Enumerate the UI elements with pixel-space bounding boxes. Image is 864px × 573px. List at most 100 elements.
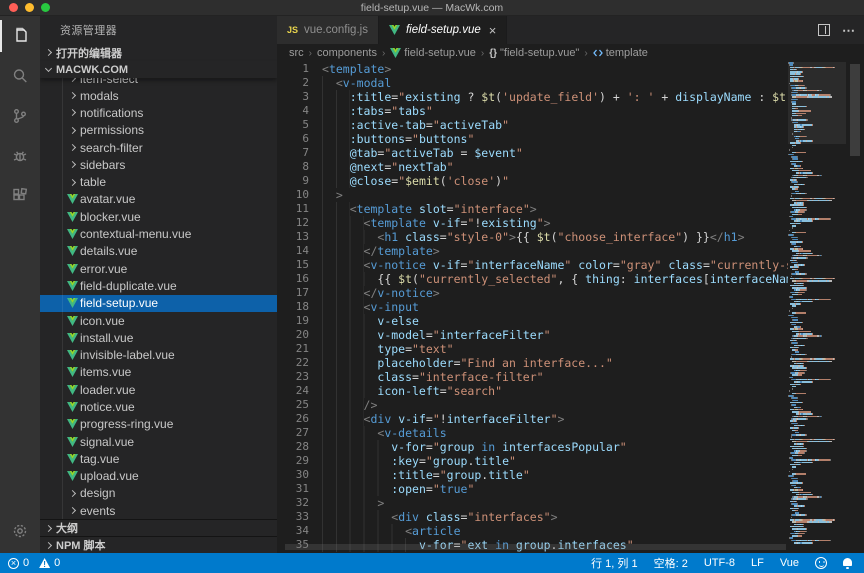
search-icon[interactable] bbox=[0, 56, 40, 96]
minimize-window-button[interactable] bbox=[25, 3, 34, 12]
tree-item-details.vue[interactable]: details.vue bbox=[40, 243, 277, 260]
breadcrumb-separator: › bbox=[382, 48, 385, 59]
code-line-24[interactable]: 24 icon-left="search" bbox=[277, 384, 788, 398]
code-line-7[interactable]: 7 @tab="activeTab = $event" bbox=[277, 146, 788, 160]
code-line-14[interactable]: 14 </template> bbox=[277, 244, 788, 258]
status-item[interactable]: 行 1, 列 1 bbox=[591, 555, 637, 571]
tree-item-loader.vue[interactable]: loader.vue bbox=[40, 381, 277, 398]
code-line-20[interactable]: 20 v-model="interfaceFilter" bbox=[277, 328, 788, 342]
tree-item-notice.vue[interactable]: notice.vue bbox=[40, 398, 277, 415]
tree-item-table[interactable]: table bbox=[40, 173, 277, 190]
code-line-22[interactable]: 22 placeholder="Find an interface..." bbox=[277, 356, 788, 370]
breadcrumb-item-5[interactable]: template bbox=[593, 47, 648, 59]
code-line-33[interactable]: 33 <div class="interfaces"> bbox=[277, 510, 788, 524]
tree-item-items.vue[interactable]: items.vue bbox=[40, 364, 277, 381]
npm-scripts-section[interactable]: NPM 脚本 bbox=[40, 536, 277, 553]
tree-item-install.vue[interactable]: install.vue bbox=[40, 329, 277, 346]
breadcrumb-item-2[interactable]: components bbox=[317, 47, 377, 59]
settings-gear-icon[interactable] bbox=[0, 511, 40, 551]
extensions-icon[interactable] bbox=[0, 176, 40, 216]
tree-item-tag.vue[interactable]: tag.vue bbox=[40, 450, 277, 467]
breadcrumb-item-3[interactable]: field-setup.vue bbox=[390, 47, 476, 59]
code-line-12[interactable]: 12 <template v-if="!existing"> bbox=[277, 216, 788, 230]
code-line-4[interactable]: 4 :tabs="tabs" bbox=[277, 104, 788, 118]
tree-item-icon.vue[interactable]: icon.vue bbox=[40, 312, 277, 329]
code-line-29[interactable]: 29 :key="group.title" bbox=[277, 454, 788, 468]
split-editor-icon[interactable] bbox=[818, 24, 830, 36]
code-line-31[interactable]: 31 :open="true" bbox=[277, 482, 788, 496]
code-line-25[interactable]: 25 /> bbox=[277, 398, 788, 412]
tree-item-search-filter[interactable]: search-filter bbox=[40, 139, 277, 156]
tree-item-notifications[interactable]: notifications bbox=[40, 104, 277, 121]
minimap[interactable] bbox=[788, 62, 846, 553]
status-item[interactable]: Vue bbox=[780, 557, 799, 569]
code-line-2[interactable]: 2 <v-modal bbox=[277, 76, 788, 90]
explorer-icon[interactable] bbox=[0, 16, 40, 56]
tree-item-item-select[interactable]: item-select bbox=[40, 78, 277, 87]
scrollbar-slider[interactable] bbox=[850, 64, 860, 156]
code-line-30[interactable]: 30 :title="group.title" bbox=[277, 468, 788, 482]
code-line-9[interactable]: 9 @close="$emit('close')" bbox=[277, 174, 788, 188]
code-line-32[interactable]: 32 > bbox=[277, 496, 788, 510]
tree-item-invisible-label.vue[interactable]: invisible-label.vue bbox=[40, 346, 277, 363]
tree-item-blocker.vue[interactable]: blocker.vue bbox=[40, 208, 277, 225]
tab-vue.config.js[interactable]: JSvue.config.js bbox=[277, 16, 379, 44]
code-line-17[interactable]: 17 </v-notice> bbox=[277, 286, 788, 300]
tree-item-sidebars[interactable]: sidebars bbox=[40, 156, 277, 173]
tab-field-setup.vue[interactable]: field-setup.vue× bbox=[379, 16, 507, 44]
code-line-34[interactable]: 34 <article bbox=[277, 524, 788, 538]
project-root-section[interactable]: MACWK.COM bbox=[40, 61, 277, 78]
line-number: 5 bbox=[277, 118, 322, 132]
status-error-count[interactable]: ×0 bbox=[8, 557, 29, 569]
code-editor[interactable]: 1<template>2 <v-modal3 :title="existing … bbox=[277, 62, 788, 553]
tree-item-upload.vue[interactable]: upload.vue bbox=[40, 468, 277, 485]
tree-item-field-duplicate.vue[interactable]: field-duplicate.vue bbox=[40, 277, 277, 294]
code-line-5[interactable]: 5 :active-tab="activeTab" bbox=[277, 118, 788, 132]
code-line-28[interactable]: 28 v-for="group in interfacesPopular" bbox=[277, 440, 788, 454]
source-control-icon[interactable] bbox=[0, 96, 40, 136]
close-window-button[interactable] bbox=[9, 3, 18, 12]
status-item[interactable]: LF bbox=[751, 557, 764, 569]
code-line-19[interactable]: 19 v-else bbox=[277, 314, 788, 328]
line-number: 31 bbox=[277, 482, 322, 496]
maximize-window-button[interactable] bbox=[41, 3, 50, 12]
tree-item-field-setup.vue[interactable]: field-setup.vue bbox=[40, 295, 277, 312]
debug-icon[interactable] bbox=[0, 136, 40, 176]
breadcrumb-item-1[interactable]: src bbox=[289, 47, 304, 59]
tree-item-progress-ring.vue[interactable]: progress-ring.vue bbox=[40, 416, 277, 433]
horizontal-scrollbar[interactable] bbox=[285, 544, 786, 550]
code-line-23[interactable]: 23 class="interface-filter" bbox=[277, 370, 788, 384]
code-line-11[interactable]: 11 <template slot="interface"> bbox=[277, 202, 788, 216]
close-tab-icon[interactable]: × bbox=[489, 24, 497, 37]
tree-item-design[interactable]: design bbox=[40, 485, 277, 502]
code-line-13[interactable]: 13 <h1 class="style-0">{{ $t("choose_int… bbox=[277, 230, 788, 244]
code-line-18[interactable]: 18 <v-input bbox=[277, 300, 788, 314]
tree-item-signal.vue[interactable]: signal.vue bbox=[40, 433, 277, 450]
code-line-3[interactable]: 3 :title="existing ? $t('update_field') … bbox=[277, 90, 788, 104]
code-line-16[interactable]: 16 {{ $t("currently_selected", { thing: … bbox=[277, 272, 788, 286]
tree-item-modals[interactable]: modals bbox=[40, 87, 277, 104]
status-warning-count[interactable]: !0 bbox=[39, 557, 60, 569]
code-line-1[interactable]: 1<template> bbox=[277, 62, 788, 76]
code-line-26[interactable]: 26 <div v-if="!interfaceFilter"> bbox=[277, 412, 788, 426]
tree-item-events[interactable]: events bbox=[40, 502, 277, 519]
code-line-21[interactable]: 21 type="text" bbox=[277, 342, 788, 356]
status-item[interactable]: 空格: 2 bbox=[654, 555, 688, 571]
code-line-15[interactable]: 15 <v-notice v-if="interfaceName" color=… bbox=[277, 258, 788, 272]
vertical-scrollbar[interactable] bbox=[846, 62, 864, 553]
code-line-8[interactable]: 8 @next="nextTab" bbox=[277, 160, 788, 174]
code-line-6[interactable]: 6 :buttons="buttons" bbox=[277, 132, 788, 146]
code-line-10[interactable]: 10 > bbox=[277, 188, 788, 202]
more-actions-icon[interactable]: ⋯ bbox=[842, 24, 856, 37]
tree-item-avatar.vue[interactable]: avatar.vue bbox=[40, 191, 277, 208]
outline-section[interactable]: 大纲 bbox=[40, 519, 277, 536]
tree-item-permissions[interactable]: permissions bbox=[40, 122, 277, 139]
feedback-smiley-icon[interactable] bbox=[815, 557, 827, 569]
notifications-bell-icon[interactable] bbox=[843, 560, 852, 566]
breadcrumb-item-4[interactable]: {}"field-setup.vue" bbox=[489, 47, 579, 59]
open-editors-section[interactable]: 打开的编辑器 bbox=[40, 44, 277, 61]
status-item[interactable]: UTF-8 bbox=[704, 557, 735, 569]
tree-item-contextual-menu.vue[interactable]: contextual-menu.vue bbox=[40, 225, 277, 242]
tree-item-error.vue[interactable]: error.vue bbox=[40, 260, 277, 277]
code-line-27[interactable]: 27 <v-details bbox=[277, 426, 788, 440]
